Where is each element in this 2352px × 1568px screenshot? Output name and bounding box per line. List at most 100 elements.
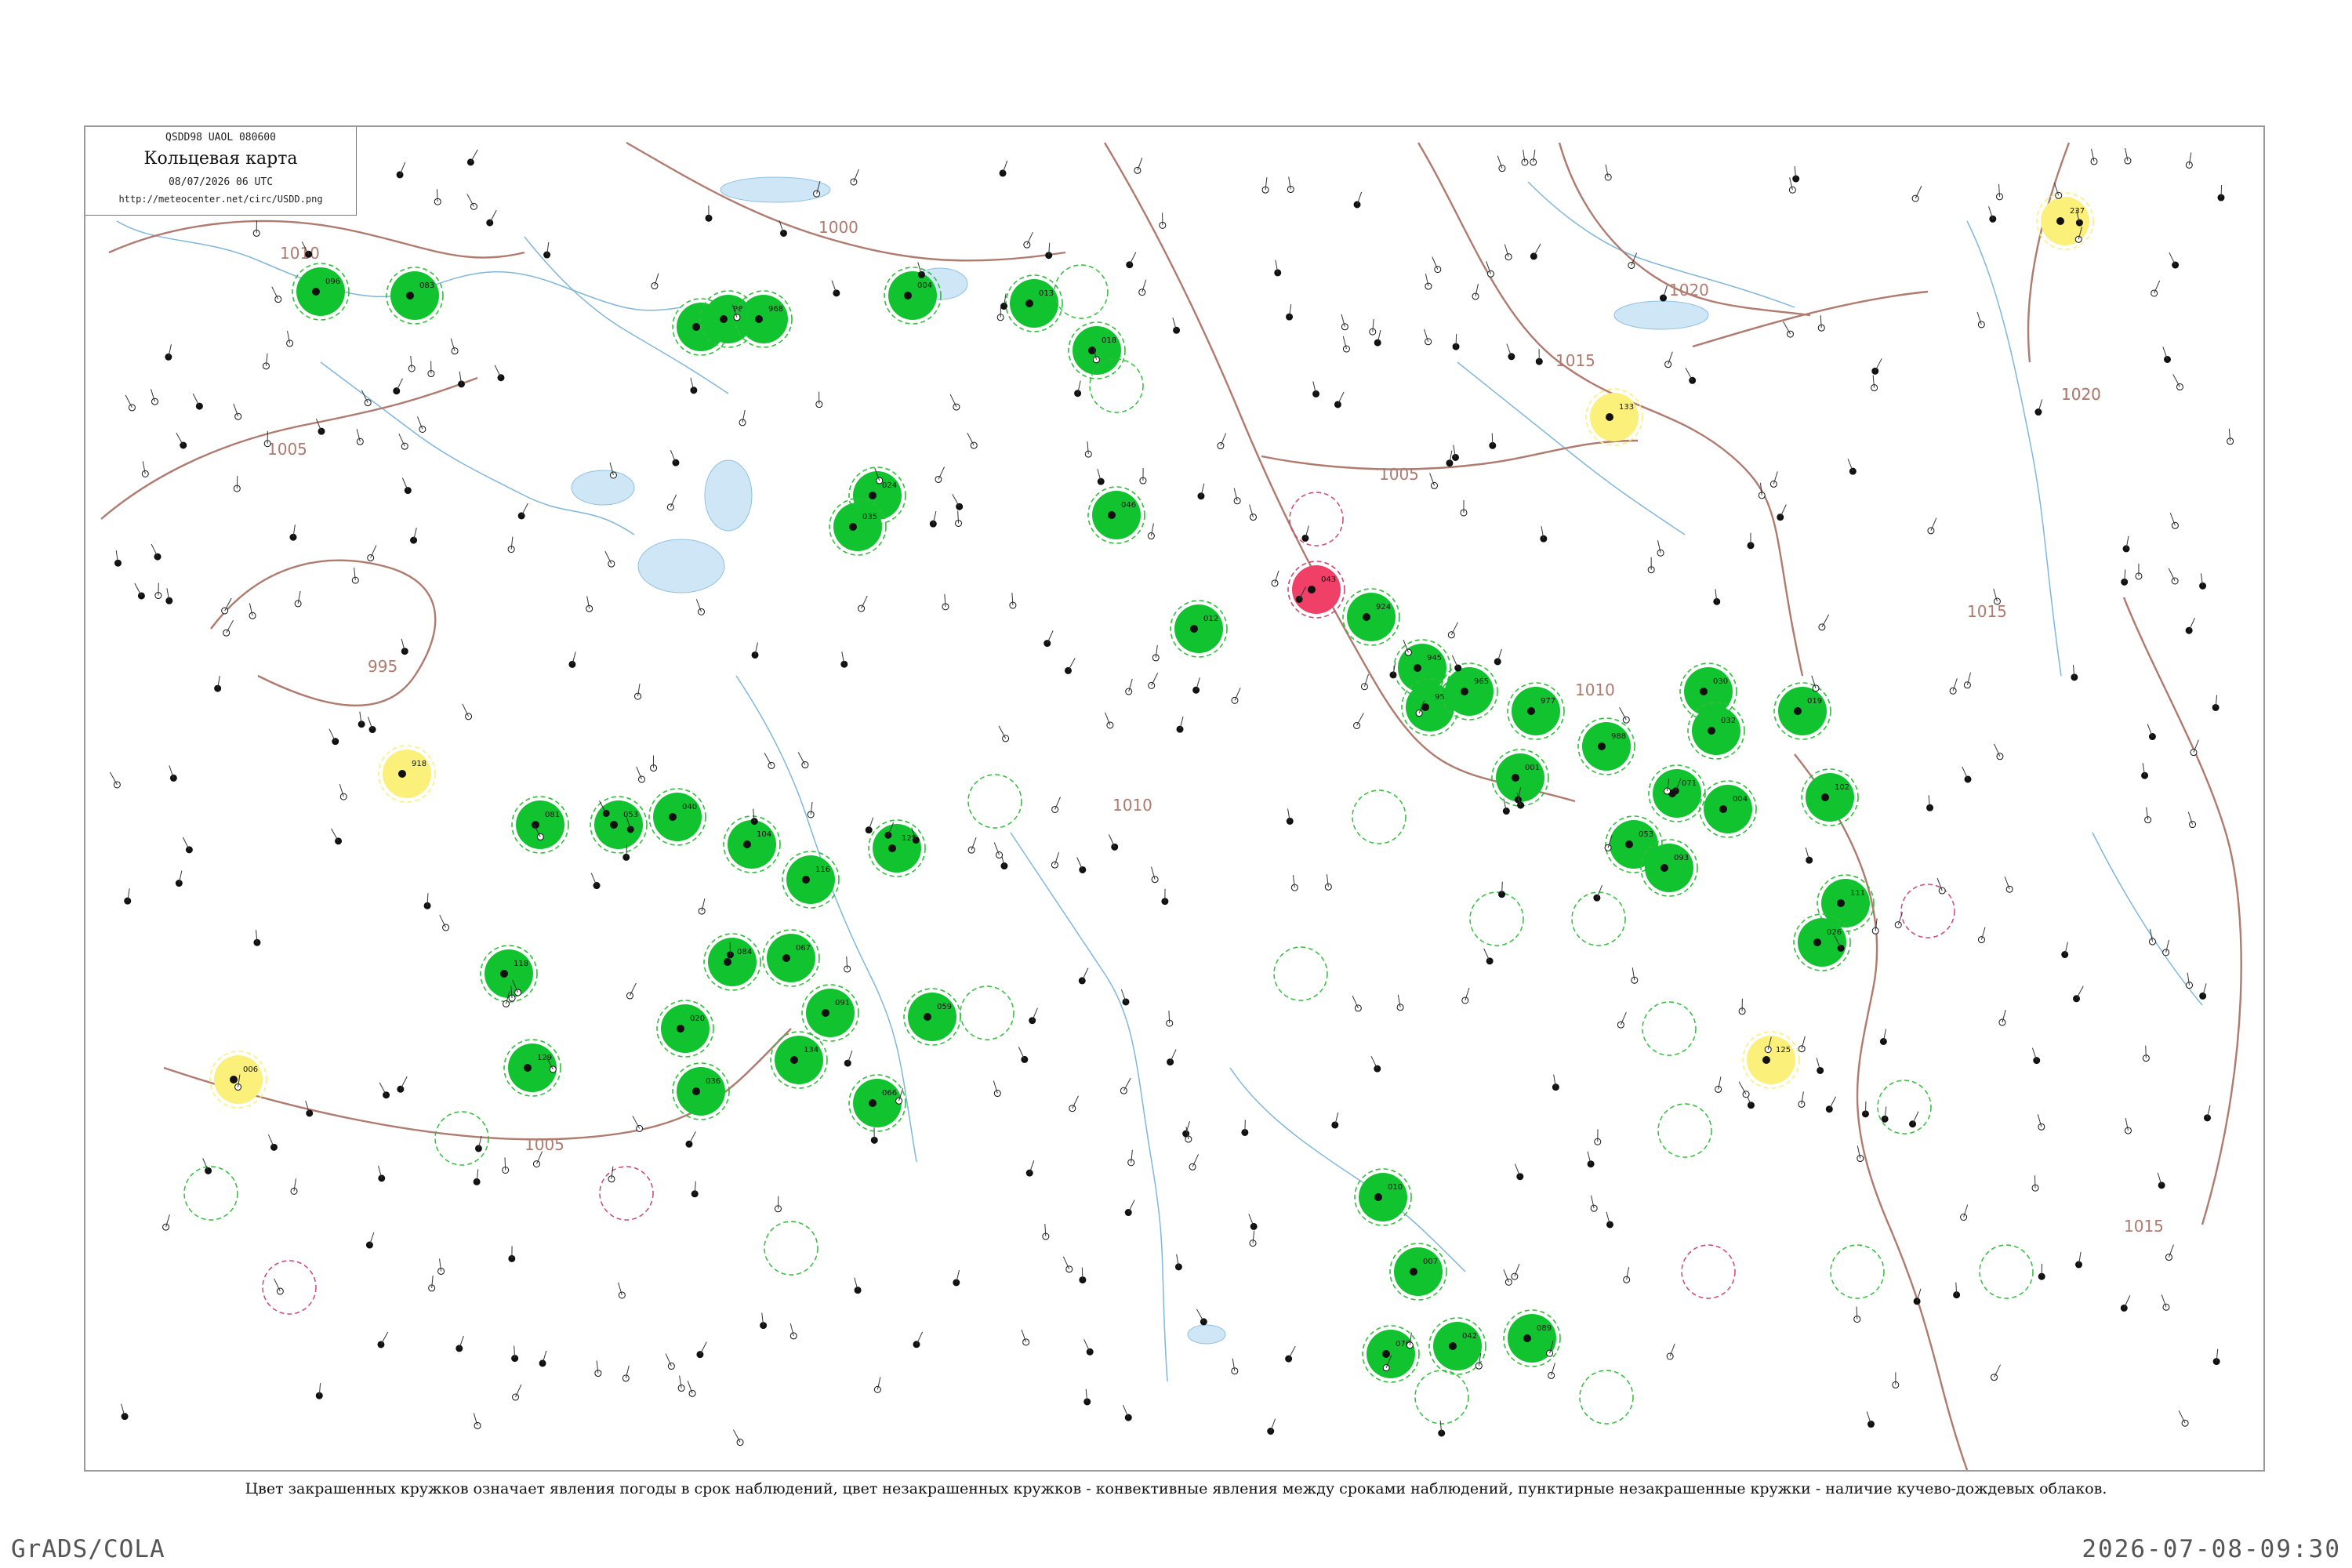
- thunderstorm-station-fill: [1394, 1247, 1443, 1296]
- station-model: [1811, 675, 1820, 692]
- station-model: [162, 1214, 170, 1231]
- station-model: [378, 1165, 386, 1182]
- station-model: [1647, 557, 1655, 574]
- station-model: [253, 930, 261, 946]
- station-model: [1486, 261, 1494, 278]
- station-model: [512, 1384, 522, 1401]
- station-model: [1138, 279, 1147, 296]
- station-model: [949, 394, 960, 411]
- station-model: [1503, 1269, 1512, 1286]
- station-model: [1587, 1151, 1595, 1168]
- station-model: [233, 404, 242, 420]
- station-model: [632, 1116, 644, 1132]
- isobar-label: 1015: [2124, 1217, 2164, 1236]
- station-model: [2120, 1295, 2131, 1312]
- cloud-cover-symbol: [904, 292, 912, 299]
- cloud-cover-symbol: [1382, 1350, 1390, 1358]
- station-model: [858, 595, 868, 612]
- station-model: [1548, 1363, 1555, 1379]
- cloud-cover-symbol: [849, 523, 857, 531]
- station-model: [807, 801, 815, 818]
- pressure-value: 118: [514, 960, 528, 968]
- pressure-value: 053: [623, 811, 638, 819]
- station-model: [1167, 1049, 1177, 1066]
- station-model: [815, 391, 823, 408]
- station-model: [1126, 252, 1137, 269]
- station-model: [1953, 1282, 1961, 1299]
- pressure-value: 133: [1619, 403, 1634, 412]
- station-model: [1341, 314, 1348, 331]
- cloud-cover-symbol: [1625, 840, 1633, 848]
- station-model: [508, 1246, 516, 1262]
- station-model: [182, 837, 193, 854]
- cloud-cover-symbol: [1461, 688, 1468, 695]
- station-model: [1172, 318, 1181, 334]
- cloud-cover-symbol: [677, 1025, 684, 1033]
- haze-station-fill: [214, 1055, 263, 1104]
- station-model: [622, 1365, 630, 1382]
- station-model: [650, 755, 658, 772]
- haze-station: 125: [1742, 1031, 1800, 1089]
- thunderstorm-station-fill: [1798, 918, 1846, 967]
- bulletin-code: QSDD98 UAOL 080600: [165, 132, 276, 143]
- station-model: [1664, 351, 1673, 368]
- station-model: [150, 389, 158, 405]
- station-model: [2217, 184, 2225, 201]
- station-model: [393, 378, 403, 395]
- pressure-value: 988: [1611, 732, 1626, 741]
- station-model: [1960, 1204, 1969, 1221]
- station-model: [154, 583, 162, 600]
- pressure-value: 010: [1388, 1183, 1403, 1192]
- station-model: [165, 588, 173, 604]
- thunderstorm-station-fill: [1359, 1173, 1407, 1221]
- station-model: [854, 1277, 862, 1294]
- cloud-cover-symbol: [1410, 1268, 1417, 1276]
- cloud-cover-symbol: [1794, 707, 1802, 715]
- thunderstorm-station-fill: [1704, 785, 1752, 833]
- cloud-cover-symbol: [692, 323, 700, 331]
- station-model: [1161, 888, 1169, 906]
- footer-software-label: GrADS/COLA: [11, 1535, 165, 1563]
- station-model: [2199, 573, 2207, 590]
- station-model: [2165, 1244, 2174, 1261]
- station-model: [1977, 927, 1986, 944]
- station-model: [1064, 658, 1076, 674]
- cloud-cover-symbol: [1527, 707, 1535, 715]
- cb-presence-ring: [1414, 1370, 1469, 1425]
- station-model: [1370, 1055, 1381, 1073]
- station-model: [1233, 488, 1241, 505]
- station-model: [466, 149, 478, 166]
- station-model: [1631, 967, 1639, 984]
- station-model: [1334, 391, 1345, 408]
- cloud-cover-symbol: [406, 292, 414, 299]
- haze-station: 237: [2036, 192, 2094, 250]
- station-model: [1911, 185, 1922, 202]
- station-model: [797, 752, 809, 769]
- station-model: [651, 273, 659, 290]
- station-model: [677, 1375, 685, 1392]
- station-model: [398, 433, 408, 450]
- cb-presence-ring: [764, 1221, 818, 1276]
- isobar-label: 1005: [524, 1135, 564, 1154]
- isobar-label: 1010: [1575, 681, 1615, 699]
- cloud-cover-symbol: [1512, 774, 1519, 782]
- station-model: [1342, 336, 1350, 353]
- station-model: [2186, 972, 2194, 989]
- station-model: [2157, 1172, 2165, 1189]
- station-model: [993, 1080, 1001, 1098]
- cloud-cover-symbol: [1606, 413, 1613, 421]
- station-model: [1389, 662, 1397, 679]
- station-model: [1267, 1418, 1276, 1436]
- station-model: [967, 432, 978, 449]
- isobar: [2122, 597, 2242, 1225]
- pressure-value: 046: [1121, 501, 1136, 510]
- station-model: [169, 765, 177, 782]
- station-model: [367, 545, 377, 561]
- isobar-label: 1020: [1669, 281, 1709, 299]
- pressure-value: 102: [1835, 783, 1849, 792]
- pressure-value: 134: [804, 1046, 818, 1054]
- station-model: [192, 393, 203, 410]
- cloud-cover-symbol: [724, 958, 731, 966]
- station-model: [1324, 874, 1332, 891]
- station-model: [290, 1178, 298, 1195]
